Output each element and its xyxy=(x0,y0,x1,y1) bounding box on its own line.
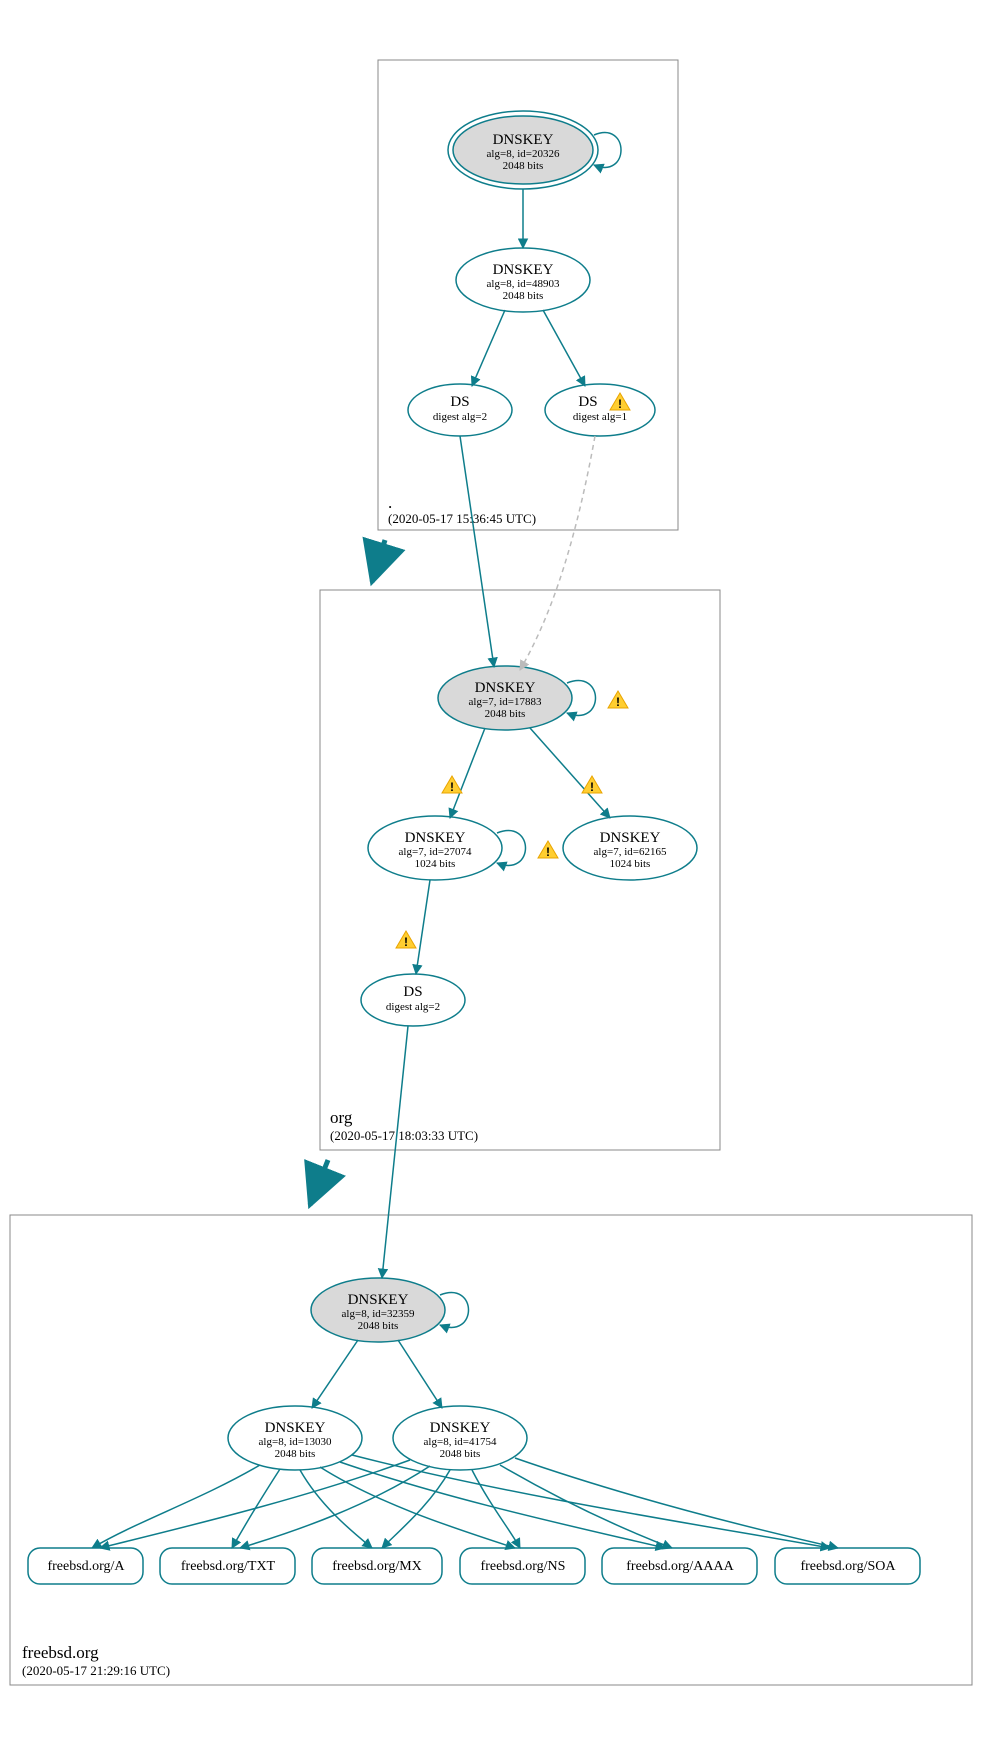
svg-text:2048 bits: 2048 bits xyxy=(503,160,544,172)
svg-text:2048 bits: 2048 bits xyxy=(503,290,544,302)
node-root-ksk: DNSKEY alg=8, id=20326 2048 bits xyxy=(448,111,598,189)
node-org-ds: DS digest alg=2 xyxy=(361,974,465,1026)
rrset-soa: freebsd.org/SOA xyxy=(800,1559,896,1574)
svg-text:2048 bits: 2048 bits xyxy=(440,1448,481,1460)
node-org-zsk1: DNSKEY alg=7, id=27074 1024 bits xyxy=(368,816,502,880)
svg-text:1024 bits: 1024 bits xyxy=(610,858,651,870)
zone-org: org (2020-05-17 18:03:33 UTC) DNSKEY alg… xyxy=(320,436,720,1150)
zone-freebsd-label: freebsd.org xyxy=(22,1643,99,1662)
svg-text:DS: DS xyxy=(403,984,422,1000)
svg-text:DS: DS xyxy=(450,394,469,410)
rrset-aaaa: freebsd.org/AAAA xyxy=(626,1559,734,1574)
svg-text:digest alg=2: digest alg=2 xyxy=(386,1001,440,1013)
edge-zone-org-freebsd xyxy=(310,1160,328,1205)
svg-text:alg=8, id=48903: alg=8, id=48903 xyxy=(487,278,560,290)
svg-text:DNSKEY: DNSKEY xyxy=(405,830,466,846)
node-fbsd-zsk1: DNSKEY alg=8, id=13030 2048 bits xyxy=(228,1406,362,1470)
rrset-ns: freebsd.org/NS xyxy=(481,1559,566,1574)
svg-text:1024 bits: 1024 bits xyxy=(415,858,456,870)
svg-text:digest alg=2: digest alg=2 xyxy=(433,411,487,423)
svg-text:DNSKEY: DNSKEY xyxy=(430,1420,491,1436)
edge-zone-root-org xyxy=(372,540,385,582)
svg-text:alg=7, id=62165: alg=7, id=62165 xyxy=(594,846,667,858)
svg-text:alg=8, id=32359: alg=8, id=32359 xyxy=(342,1308,415,1320)
svg-text:alg=7, id=17883: alg=7, id=17883 xyxy=(469,696,542,708)
svg-text:alg=8, id=41754: alg=8, id=41754 xyxy=(424,1436,497,1448)
svg-text:2048 bits: 2048 bits xyxy=(275,1448,316,1460)
rrset-txt: freebsd.org/TXT xyxy=(181,1559,276,1574)
svg-text:2048 bits: 2048 bits xyxy=(358,1320,399,1332)
node-fbsd-ksk: DNSKEY alg=8, id=32359 2048 bits xyxy=(311,1278,445,1342)
svg-text:DNSKEY: DNSKEY xyxy=(493,132,554,148)
node-org-zsk2: DNSKEY alg=7, id=62165 1024 bits xyxy=(563,816,697,880)
rrset-a: freebsd.org/A xyxy=(47,1559,125,1574)
svg-text:DNSKEY: DNSKEY xyxy=(493,262,554,278)
svg-text:DNSKEY: DNSKEY xyxy=(265,1420,326,1436)
svg-text:alg=7, id=27074: alg=7, id=27074 xyxy=(399,846,472,858)
node-org-ksk: DNSKEY alg=7, id=17883 2048 bits xyxy=(438,666,572,730)
node-root-ds2: DS digest alg=1 xyxy=(545,384,655,436)
node-root-ds1: DS digest alg=2 xyxy=(408,384,512,436)
zone-root-timestamp: (2020-05-17 15:36:45 UTC) xyxy=(388,511,536,526)
node-fbsd-zsk2: DNSKEY alg=8, id=41754 2048 bits xyxy=(393,1406,527,1470)
zone-org-label: org xyxy=(330,1108,353,1127)
svg-text:DNSKEY: DNSKEY xyxy=(475,680,536,696)
rrset-row: freebsd.org/A freebsd.org/TXT freebsd.or… xyxy=(28,1548,920,1584)
svg-text:DNSKEY: DNSKEY xyxy=(600,830,661,846)
zone-root-label: . xyxy=(388,493,392,512)
node-root-zsk: DNSKEY alg=8, id=48903 2048 bits xyxy=(456,248,590,312)
dnssec-diagram: ! . (2020-05-17 15:36:45 UTC) DNSKEY alg… xyxy=(0,0,981,1742)
zone-freebsd-timestamp: (2020-05-17 21:29:16 UTC) xyxy=(22,1663,170,1678)
zone-org-timestamp: (2020-05-17 18:03:33 UTC) xyxy=(330,1128,478,1143)
svg-text:DNSKEY: DNSKEY xyxy=(348,1292,409,1308)
svg-text:alg=8, id=20326: alg=8, id=20326 xyxy=(487,148,560,160)
svg-text:alg=8, id=13030: alg=8, id=13030 xyxy=(259,1436,332,1448)
svg-text:digest alg=1: digest alg=1 xyxy=(573,411,627,423)
zone-root: . (2020-05-17 15:36:45 UTC) DNSKEY alg=8… xyxy=(378,60,678,530)
rrset-mx: freebsd.org/MX xyxy=(332,1559,422,1574)
svg-text:2048 bits: 2048 bits xyxy=(485,708,526,720)
svg-text:DS: DS xyxy=(578,394,597,410)
